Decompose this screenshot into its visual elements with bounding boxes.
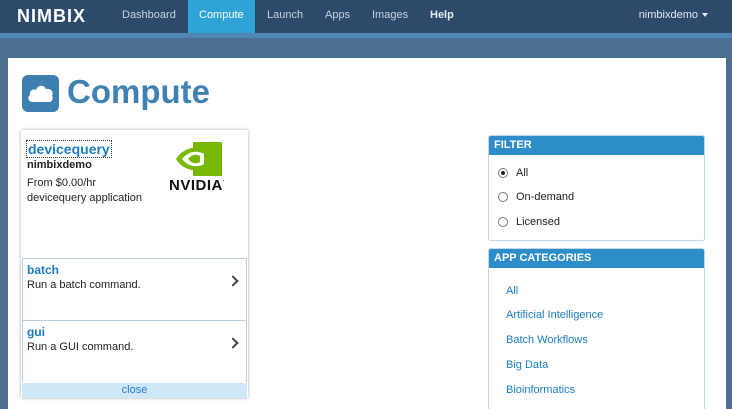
user-menu[interactable]: nimbixdemo (639, 0, 708, 33)
cloud-icon (22, 75, 59, 112)
command-name: batch (27, 263, 60, 277)
category-link[interactable]: All (506, 285, 518, 297)
category-link[interactable]: Batch Workflows (506, 334, 588, 346)
app-description: devicequery application (27, 192, 142, 204)
nav-compute[interactable]: Compute (188, 0, 255, 33)
app-owner: nimbixdemo (27, 159, 92, 171)
nav-help[interactable]: Help (419, 0, 465, 33)
nav-dashboard[interactable]: Dashboard (111, 0, 187, 33)
page-title: Compute (67, 73, 210, 110)
filter-heading: FILTER (489, 136, 704, 155)
radio-button[interactable] (498, 168, 508, 178)
nvidia-eye-icon (176, 142, 222, 176)
filter-panel: FILTER All On-demand Licensed (488, 135, 705, 241)
nav-apps[interactable]: Apps (314, 0, 361, 33)
close-button[interactable]: close (22, 383, 247, 398)
category-link[interactable]: Artificial Intelligence (506, 309, 603, 321)
app-card: devicequery nimbixdemo From $0.00/hr dev… (21, 130, 248, 398)
command-name: gui (27, 325, 45, 339)
nvidia-logo: NVIDIA. (169, 142, 239, 194)
user-name: nimbixdemo (638, 9, 698, 21)
chevron-right-icon (227, 337, 239, 349)
app-categories-heading: APP CATEGORIES (489, 249, 704, 268)
chevron-right-icon (227, 275, 239, 287)
app-card-header[interactable]: devicequery nimbixdemo From $0.00/hr dev… (21, 130, 248, 258)
radio-button[interactable] (498, 192, 508, 202)
category-link[interactable]: Bioinformatics (506, 384, 575, 396)
caret-down-icon (702, 13, 708, 18)
command-description: Run a batch command. (27, 279, 141, 291)
app-categories-panel: APP CATEGORIES All Artificial Intelligen… (488, 248, 705, 409)
top-navbar: NIMBIX Dashboard Compute Launch Apps Ima… (0, 0, 732, 33)
nimbix-logo[interactable]: NIMBIX (17, 6, 86, 27)
app-name[interactable]: devicequery (26, 140, 112, 158)
category-link[interactable]: Big Data (506, 359, 548, 371)
nvidia-wordmark: NVIDIA. (169, 177, 226, 194)
command-description: Run a GUI command. (27, 341, 134, 353)
nav-launch[interactable]: Launch (256, 0, 314, 33)
command-gui[interactable]: gui Run a GUI command. (22, 320, 247, 382)
app-price: From $0.00/hr (27, 177, 97, 189)
nav-images[interactable]: Images (361, 0, 419, 33)
command-batch[interactable]: batch Run a batch command. (22, 258, 247, 320)
radio-button[interactable] (498, 217, 508, 227)
